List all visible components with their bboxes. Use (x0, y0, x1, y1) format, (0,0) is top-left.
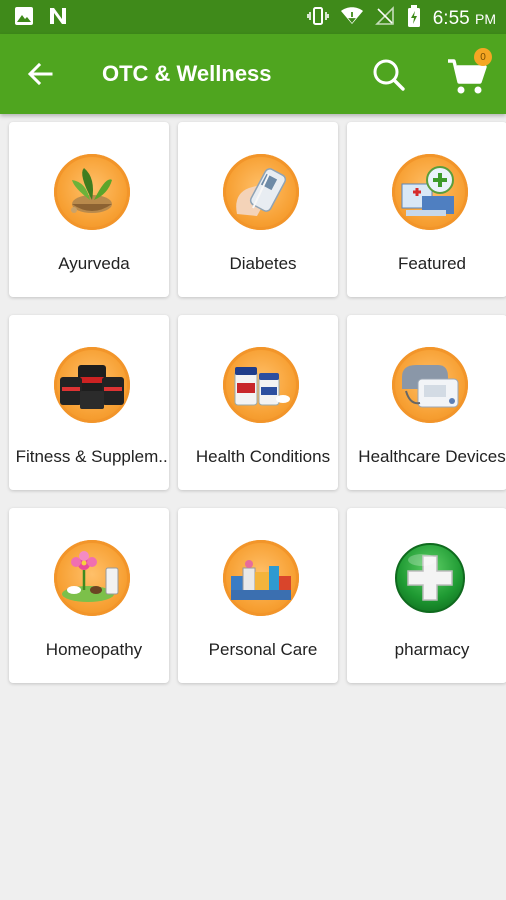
signal-off-icon (374, 6, 395, 31)
category-label: Healthcare Devices (358, 447, 506, 466)
search-icon (373, 59, 405, 91)
status-clock: 6:55 PM (432, 7, 496, 29)
personal-care-products-icon (223, 540, 299, 616)
category-card-featured[interactable]: Featured (347, 122, 506, 297)
category-card-pharmacy[interactable]: pharmacy (347, 508, 506, 683)
image-notification-icon (14, 6, 34, 31)
arrow-left-icon (27, 62, 53, 86)
category-label: Homeopathy (45, 640, 143, 659)
back-button[interactable] (20, 56, 60, 92)
category-label: Featured (397, 254, 467, 273)
flower-herbal-icon (54, 540, 130, 616)
app-bar: OTC & Wellness 0 (0, 34, 506, 114)
battery-charging-icon (407, 5, 421, 32)
category-label: Health Conditions (195, 447, 331, 466)
cart-count-badge: 0 (474, 48, 492, 66)
ayurveda-herbs-icon (54, 154, 130, 230)
category-label: Personal Care (208, 640, 318, 659)
supplement-jars-icon (54, 347, 130, 423)
n-app-notification-icon (48, 6, 68, 31)
glucose-meter-icon (223, 154, 299, 230)
category-card-homeopathy[interactable]: Homeopathy (9, 508, 169, 683)
page-title: OTC & Wellness (102, 61, 272, 86)
category-label: Ayurveda (58, 254, 130, 273)
category-label: Diabetes (229, 254, 297, 273)
vibrate-icon (306, 6, 329, 31)
category-card-ayurveda[interactable]: Ayurveda (9, 122, 169, 297)
wifi-icon (340, 7, 363, 30)
search-button[interactable] (368, 54, 410, 96)
category-card-fitness-supplements[interactable]: Fitness & Supplem... (9, 315, 169, 490)
medicine-box-icon (392, 154, 468, 230)
bp-monitor-icon (392, 347, 468, 423)
green-cross-icon (392, 540, 468, 616)
category-card-healthcare-devices[interactable]: Healthcare Devices (347, 315, 506, 490)
medicine-bottles-icon (223, 347, 299, 423)
status-bar: 6:55 PM (0, 0, 506, 34)
category-card-diabetes[interactable]: Diabetes (178, 122, 338, 297)
cart-button[interactable]: 0 (444, 48, 492, 98)
category-label: pharmacy (394, 640, 470, 659)
category-card-health-conditions[interactable]: Health Conditions (178, 315, 338, 490)
category-card-personal-care[interactable]: Personal Care (178, 508, 338, 683)
category-label: Fitness & Supplem... (15, 447, 169, 466)
